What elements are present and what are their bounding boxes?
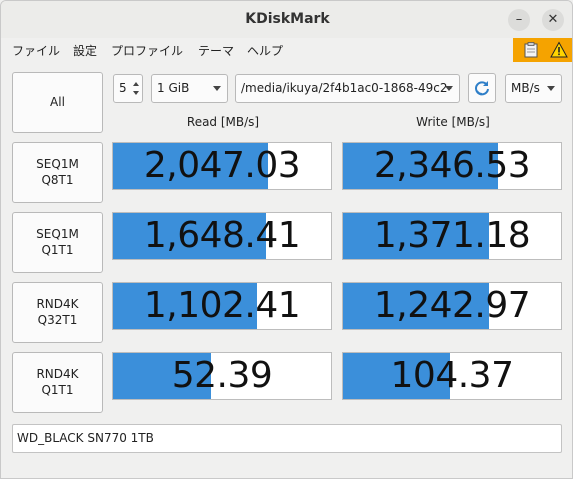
menu-file[interactable]: ファイル	[12, 42, 60, 59]
chevron-down-icon	[445, 86, 453, 91]
menu-help[interactable]: ヘルプ	[247, 42, 283, 59]
title-bar: KDiskMark – ✕	[1, 1, 572, 38]
menu-bar: ファイル 設定 プロファイル テーマ ヘルプ	[1, 38, 572, 62]
runs-value: 5	[119, 81, 127, 95]
refresh-button[interactable]	[468, 73, 496, 103]
write-result-bar: 1,242.97	[342, 282, 562, 330]
device-info-field[interactable]: WD_BLACK SN770 1TB	[12, 424, 562, 453]
size-select[interactable]: 1 GiB	[151, 74, 228, 103]
window-title: KDiskMark	[245, 11, 330, 27]
read-value: 1,102.41	[143, 285, 301, 326]
minimize-button[interactable]: –	[508, 9, 530, 31]
unit-select[interactable]: MB/s	[505, 74, 562, 103]
menu-profile[interactable]: プロファイル	[111, 42, 183, 59]
unit-value: MB/s	[511, 81, 540, 95]
read-result-bar: 1,648.41	[112, 212, 332, 260]
chevron-down-icon	[547, 86, 555, 91]
write-value: 2,346.53	[373, 145, 531, 186]
size-value: 1 GiB	[157, 81, 190, 95]
read-value: 52.39	[171, 355, 273, 396]
test-seq1m-q8t1-button[interactable]: SEQ1M Q8T1	[12, 142, 103, 203]
read-result-bar: 52.39	[112, 352, 332, 400]
read-value: 1,648.41	[143, 215, 301, 256]
write-value: 104.37	[390, 355, 514, 396]
kdiskmark-window: KDiskMark – ✕ ファイル 設定 プロファイル テーマ ヘルプ All…	[0, 0, 573, 479]
test-rnd4k-q1t1-button[interactable]: RND4K Q1T1	[12, 352, 103, 413]
warning-icon[interactable]	[550, 41, 568, 59]
write-result-bar: 104.37	[342, 352, 562, 400]
menu-settings[interactable]: 設定	[73, 42, 97, 59]
path-value: /media/ikuya/2f4b1ac0-1868-49c2-	[241, 81, 452, 95]
read-value: 2,047.03	[143, 145, 301, 186]
write-value: 1,371.18	[373, 215, 531, 256]
clipboard-icon[interactable]	[522, 41, 540, 59]
run-all-button[interactable]: All	[12, 72, 103, 133]
status-indicator-area	[513, 38, 572, 62]
close-button[interactable]: ✕	[542, 9, 564, 31]
read-column-header: Read [MB/s]	[186, 115, 260, 129]
target-path-select[interactable]: /media/ikuya/2f4b1ac0-1868-49c2-	[235, 74, 460, 103]
refresh-icon	[475, 81, 489, 96]
test-seq1m-q1t1-button[interactable]: SEQ1M Q1T1	[12, 212, 103, 273]
write-result-bar: 2,346.53	[342, 142, 562, 190]
write-result-bar: 1,371.18	[342, 212, 562, 260]
test-rnd4k-q32t1-button[interactable]: RND4K Q32T1	[12, 282, 103, 343]
spin-up-icon[interactable]	[133, 82, 139, 86]
write-value: 1,242.97	[373, 285, 531, 326]
menu-theme[interactable]: テーマ	[198, 42, 234, 59]
spin-down-icon[interactable]	[133, 91, 139, 95]
read-result-bar: 2,047.03	[112, 142, 332, 190]
chevron-down-icon	[213, 86, 221, 91]
write-column-header: Write [MB/s]	[416, 115, 490, 129]
read-result-bar: 1,102.41	[112, 282, 332, 330]
runs-spinbox[interactable]: 5	[113, 74, 143, 103]
